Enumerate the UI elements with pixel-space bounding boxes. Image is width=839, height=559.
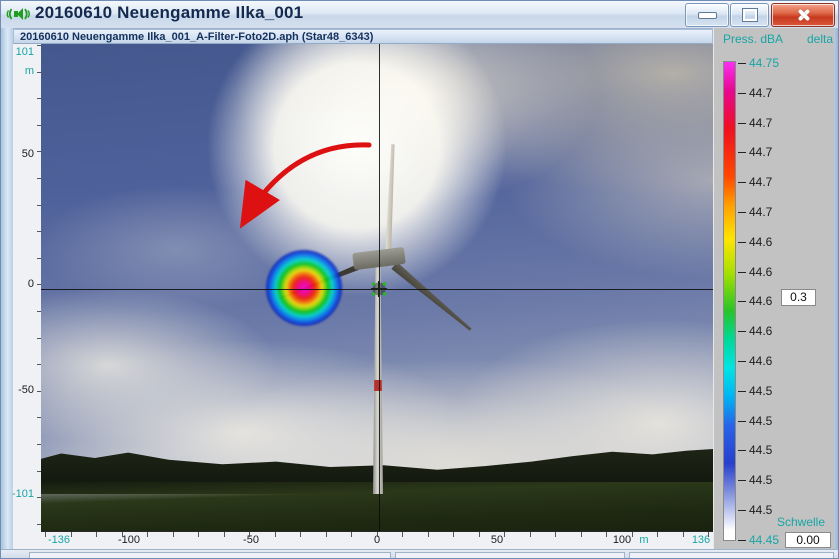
x-axis-minor-tick <box>530 532 531 537</box>
minimize-button[interactable] <box>685 3 729 27</box>
status-segment <box>395 552 625 558</box>
color-scale-tick-mark <box>738 182 746 183</box>
x-axis-minor-tick <box>555 532 556 537</box>
annotation-overlay <box>239 142 387 297</box>
color-scale-tick-label: 44.6 <box>749 265 773 279</box>
document-header-bar: 20160610 Neuengamme Ilka_001_A-Filter-Fo… <box>13 29 713 44</box>
x-axis-tick-label: 50 <box>490 534 504 546</box>
delta-label: delta <box>806 32 833 46</box>
y-axis-tick-label: -50 <box>18 384 34 396</box>
color-scale-tick-mark <box>738 331 746 332</box>
color-scale-tick-label: 44.7 <box>749 116 773 130</box>
hub-marker-icon <box>371 281 387 297</box>
color-scale-tick-label: 44.7 <box>749 175 773 189</box>
color-scale-tick-label: 44.7 <box>749 145 773 159</box>
status-segment <box>29 552 391 558</box>
x-axis-minor-tick <box>581 532 582 537</box>
x-axis-tick-label: -100 <box>117 534 141 546</box>
color-scale-tick-mark <box>738 480 746 481</box>
color-scale-tick-mark <box>738 63 746 64</box>
color-scale-tick-label: 44.5 <box>749 414 773 428</box>
x-axis-minor-tick <box>45 532 46 537</box>
color-scale-tick-label: 44.6 <box>749 235 773 249</box>
color-scale-tick-mark <box>738 152 746 153</box>
x-axis-minor-tick <box>683 532 684 537</box>
status-segment <box>629 552 834 558</box>
threshold-value-box[interactable]: 0.00 <box>785 532 831 548</box>
x-axis-minor-tick <box>377 532 378 537</box>
application-window: 20160610 Neuengamme Ilka_001 20160610 Ne… <box>0 0 839 559</box>
x-axis-minor-tick <box>479 532 480 537</box>
x-axis-minor-tick <box>402 532 403 537</box>
x-axis-minor-tick <box>351 532 352 537</box>
color-scale-tick-label: 44.5 <box>749 443 773 457</box>
threshold-label: Schwelle <box>777 515 826 529</box>
speaker-sound-icon <box>6 8 30 20</box>
status-bar <box>1 549 838 558</box>
color-scale-tick-mark <box>738 540 746 541</box>
x-axis-minor-tick <box>122 532 123 537</box>
document-title: 20160610 Neuengamme Ilka_001_A-Filter-Fo… <box>20 31 374 43</box>
x-axis-minor-tick <box>657 532 658 537</box>
x-axis-minor-tick <box>224 532 225 537</box>
close-icon <box>795 7 811 23</box>
x-axis-minor-tick <box>326 532 327 537</box>
x-axis-minor-tick <box>198 532 199 537</box>
y-axis-tick-label: 50 <box>21 148 34 160</box>
x-axis-minor-tick <box>632 532 633 537</box>
color-scale-title: Press. dBA <box>723 32 784 46</box>
x-axis-minor-tick <box>147 532 148 537</box>
window-frame-left <box>1 28 13 558</box>
window-title: 20160610 Neuengamme Ilka_001 <box>35 3 304 22</box>
color-scale-tick-label: 44.5 <box>749 473 773 487</box>
acoustic-map-canvas[interactable] <box>41 44 713 532</box>
color-scale-tick-mark <box>738 272 746 273</box>
x-axis-minor-tick <box>96 532 97 537</box>
color-scale-tick-mark <box>738 421 746 422</box>
color-scale-tick-label: 44.6 <box>749 324 773 338</box>
color-scale-tick-mark <box>738 301 746 302</box>
x-axis-minor-tick <box>453 532 454 537</box>
color-scale-tick-label: 44.7 <box>749 205 773 219</box>
x-axis-minor-tick <box>249 532 250 537</box>
x-axis-minor-tick <box>606 532 607 537</box>
x-axis-tick-label: -50 <box>243 534 259 546</box>
x-axis-minor-tick <box>708 532 709 537</box>
x-axis-minor-tick <box>504 532 505 537</box>
color-scale-tick-mark <box>738 242 746 243</box>
color-scale-tick-mark <box>738 510 746 511</box>
title-bar: 20160610 Neuengamme Ilka_001 <box>1 1 838 29</box>
minimize-icon <box>698 12 717 19</box>
window-frame-right <box>834 28 838 558</box>
color-scale-tick-mark <box>738 391 746 392</box>
color-scale-tick-mark <box>738 361 746 362</box>
y-axis-tick-label: 101 <box>15 46 34 58</box>
restore-icon <box>741 8 758 22</box>
y-axis-tick-label: 0 <box>27 278 34 290</box>
x-axis-minor-tick <box>300 532 301 537</box>
x-axis-minor-tick <box>428 532 429 537</box>
x-axis-minor-tick <box>71 532 72 537</box>
color-scale-tick-mark <box>738 212 746 213</box>
color-scale-tick-label: 44.7 <box>749 86 773 100</box>
color-scale-tick-label: 44.6 <box>749 354 773 368</box>
x-axis-minor-tick <box>275 532 276 537</box>
color-scale-tick-label: 44.5 <box>749 384 773 398</box>
y-axis-tick-label: m <box>24 65 34 77</box>
x-axis-minor-tick <box>173 532 174 537</box>
x-axis-tick-label: m <box>639 534 649 546</box>
delta-value-box[interactable]: 0.3 <box>781 289 816 306</box>
restore-button[interactable] <box>730 3 769 27</box>
color-scale-tick-label: 44.75 <box>749 56 780 70</box>
x-axis-tick-label: -136 <box>47 534 71 546</box>
y-axis-tick-label: -101 <box>11 488 34 500</box>
color-scale-tick-mark <box>738 123 746 124</box>
color-scale-tick-mark <box>738 450 746 451</box>
color-scale-bar[interactable] <box>723 61 736 541</box>
color-scale-tick-mark <box>738 93 746 94</box>
rotation-arrow <box>239 142 372 229</box>
close-button[interactable] <box>771 3 835 27</box>
